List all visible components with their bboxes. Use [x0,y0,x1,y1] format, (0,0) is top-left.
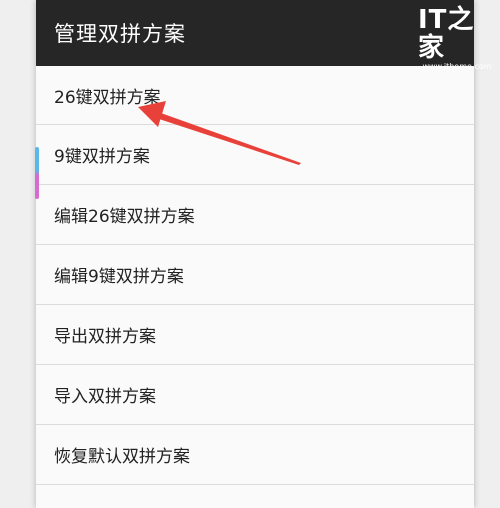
ithome-watermark: IT之家 www.ithome.com [418,6,496,71]
scheme-dialog: 管理双拼方案 26键双拼方案 9键双拼方案 编辑26键双拼方案 编辑9键双拼方案… [36,0,474,508]
menu-item-label: 编辑26键双拼方案 [54,207,195,227]
menu-list: 26键双拼方案 9键双拼方案 编辑26键双拼方案 编辑9键双拼方案 导出双拼方案… [36,66,474,485]
menu-item-label: 26键双拼方案 [54,87,161,108]
menu-item-restore-default-scheme[interactable]: 恢复默认双拼方案 [36,425,474,485]
screen: 管理双拼方案 26键双拼方案 9键双拼方案 编辑26键双拼方案 编辑9键双拼方案… [0,0,500,508]
menu-item-label: 恢复默认双拼方案 [54,447,190,467]
dialog-header: 管理双拼方案 [36,0,474,66]
menu-item-export-scheme[interactable]: 导出双拼方案 [36,305,474,365]
menu-item-edit-9-key-scheme[interactable]: 编辑9键双拼方案 [36,245,474,305]
watermark-site: www.ithome.com [422,62,492,71]
menu-item-import-scheme[interactable]: 导入双拼方案 [36,365,474,425]
menu-item-9-key-scheme[interactable]: 9键双拼方案 [36,125,474,185]
menu-item-26-key-scheme[interactable]: 26键双拼方案 [36,66,474,125]
dialog-title: 管理双拼方案 [54,22,186,46]
menu-item-label: 9键双拼方案 [54,147,150,167]
menu-item-label: 导出双拼方案 [54,327,156,347]
edge-accent-bar [35,147,39,199]
watermark-logo: IT之家 [418,5,475,63]
menu-item-edit-26-key-scheme[interactable]: 编辑26键双拼方案 [36,185,474,245]
menu-item-label: 编辑9键双拼方案 [54,267,184,287]
menu-item-label: 导入双拼方案 [54,387,156,407]
